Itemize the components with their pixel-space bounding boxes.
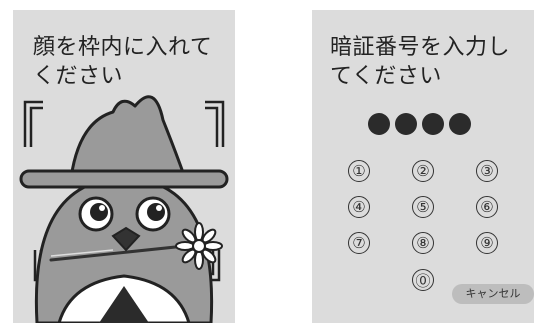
cancel-button[interactable]: キャンセル [452,284,534,304]
mascot-character [19,95,229,323]
pin-dot [422,113,444,135]
pin-entry-indicator [368,113,471,135]
key-9[interactable]: ⑨ [476,232,498,254]
flower [175,222,223,270]
pin-entry-screen: 暗証番号を入力してください ① ② ③ ④ ⑤ ⑥ ⑦ ⑧ ⑨ ⓪ キャンセル [312,10,534,323]
key-0[interactable]: ⓪ [412,269,434,291]
pin-dot [368,113,390,135]
key-4[interactable]: ④ [348,196,370,218]
key-8[interactable]: ⑧ [412,232,434,254]
frame-corner-top-right [205,100,225,147]
key-2[interactable]: ② [412,160,434,182]
key-6[interactable]: ⑥ [476,196,498,218]
mascot-hat [69,95,187,180]
frame-corner-top-left [23,100,43,147]
key-1[interactable]: ① [348,160,370,182]
face-recognition-screen: 顔を枠内に入れてください [13,10,235,323]
pin-dot [449,113,471,135]
face-capture-illustration [19,95,229,323]
key-3[interactable]: ③ [476,160,498,182]
pin-keypad: ① ② ③ ④ ⑤ ⑥ ⑦ ⑧ ⑨ ⓪ [348,160,498,292]
pin-dot [395,113,417,135]
mascot-hat-brim [19,169,229,189]
key-5[interactable]: ⑤ [412,196,434,218]
key-7[interactable]: ⑦ [348,232,370,254]
pin-instruction: 暗証番号を入力してください [330,35,511,89]
